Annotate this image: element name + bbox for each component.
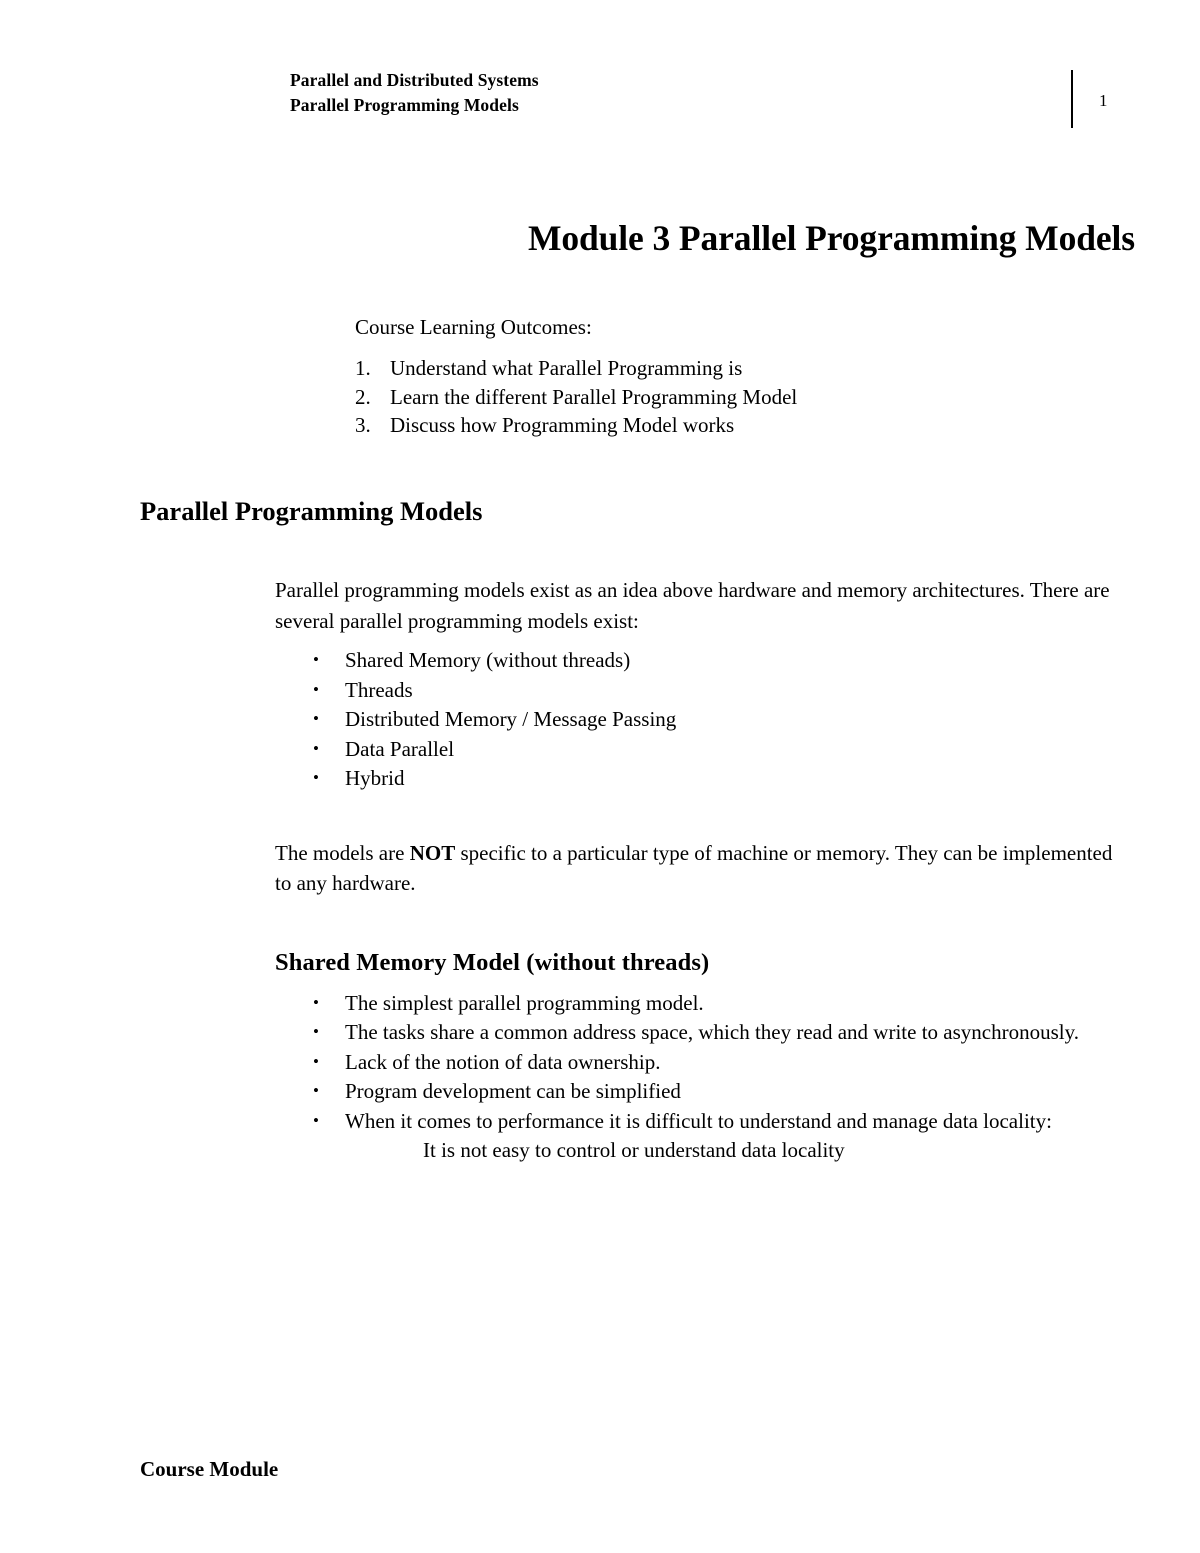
bullet-icon: •: [313, 650, 319, 669]
bullet-icon: •: [313, 1081, 319, 1100]
list-item-label: The simplest parallel programming model.: [345, 990, 704, 1015]
data-locality-note: It is not easy to control or understand …: [423, 1138, 845, 1162]
page-title: Module 3 Parallel Programming Models: [527, 218, 1135, 258]
list-item-label: Data Parallel: [345, 736, 455, 761]
models-bullet-list: • Shared Memory (without threads) • Thre…: [275, 646, 1125, 793]
shared-memory-bullet-list: • The simplest parallel programming mode…: [275, 989, 1125, 1136]
learning-outcomes-list: 1. Understand what Parallel Programming …: [355, 354, 1055, 440]
list-item: • Shared Memory (without threads): [275, 646, 1125, 675]
list-item: • Data Parallel: [275, 735, 1125, 764]
list-item-label: Understand what Parallel Programming is: [390, 356, 743, 380]
list-item: • The simplest parallel programming mode…: [275, 989, 1125, 1018]
list-item-label: Program development can be simplified: [345, 1079, 681, 1103]
course-learning-outcomes: Course Learning Outcomes: 1. Understand …: [355, 313, 1055, 440]
subsection-heading-shared-memory-model: Shared Memory Model (without threads): [275, 948, 710, 976]
list-item: 3. Discuss how Programming Model works: [355, 411, 1055, 440]
intro-paragraph: Parallel programming models exist as an …: [275, 578, 1110, 633]
note-text-before: The models are: [275, 840, 410, 865]
page-number: 1: [1099, 91, 1108, 110]
bullet-icon: •: [313, 679, 319, 699]
list-item: • Lack of the notion of data ownership.: [275, 1048, 1125, 1077]
document-page: Parallel and Distributed Systems Paralle…: [0, 0, 1200, 1553]
header-module-title: Parallel Programming Models: [290, 95, 519, 115]
list-item-number: 1.: [355, 356, 371, 380]
bullet-icon: •: [313, 709, 319, 728]
list-item-number: 3.: [355, 413, 371, 437]
list-item-label: The tasks share a common address space, …: [345, 1020, 1079, 1044]
list-item: 1. Understand what Parallel Programming …: [355, 354, 1055, 383]
header-course-title: Parallel and Distributed Systems: [290, 70, 539, 90]
list-item-number: 2.: [355, 384, 371, 409]
list-item: • Hybrid: [275, 764, 1125, 793]
bullet-icon: •: [313, 992, 319, 1012]
list-item-label: Shared Memory (without threads): [345, 648, 631, 672]
list-item-label: Lack of the notion of data ownership.: [345, 1049, 661, 1074]
list-item: 2. Learn the different Parallel Programm…: [355, 383, 1055, 412]
header-divider-rule: [1071, 70, 1073, 128]
bullet-icon: •: [313, 1022, 319, 1041]
list-item: • The tasks share a common address space…: [275, 1018, 1125, 1047]
list-item: • Distributed Memory / Message Passing: [275, 705, 1125, 734]
bullet-icon: •: [313, 1110, 319, 1130]
list-item-label: Threads: [345, 677, 413, 702]
page-header: Parallel and Distributed Systems Paralle…: [0, 68, 1200, 130]
list-item: • Program development can be simplified: [275, 1077, 1125, 1106]
models-note-paragraph: The models are NOT specific to a particu…: [275, 838, 1120, 899]
bullet-icon: •: [313, 1051, 319, 1071]
list-item-label: Discuss how Programming Model works: [390, 413, 735, 437]
list-item: • When it comes to performance it is dif…: [275, 1107, 1125, 1136]
page-footer-label: Course Module: [140, 1457, 279, 1481]
list-item-label: When it comes to performance it is diffi…: [345, 1108, 1052, 1133]
list-item-label: Distributed Memory / Message Passing: [345, 707, 677, 731]
section-heading-parallel-programming-models: Parallel Programming Models: [140, 496, 483, 526]
header-title-block: Parallel and Distributed Systems Paralle…: [290, 68, 539, 118]
bullet-icon: •: [313, 768, 319, 787]
body-content: Parallel programming models exist as an …: [275, 575, 1125, 1165]
learning-outcomes-label: Course Learning Outcomes:: [355, 315, 592, 339]
note-emphasis: NOT: [409, 840, 456, 865]
bullet-icon: •: [313, 738, 319, 758]
list-item: • Threads: [275, 676, 1125, 705]
list-item-label: Hybrid: [345, 766, 405, 790]
list-item-label: Learn the different Parallel Programming…: [390, 384, 798, 409]
